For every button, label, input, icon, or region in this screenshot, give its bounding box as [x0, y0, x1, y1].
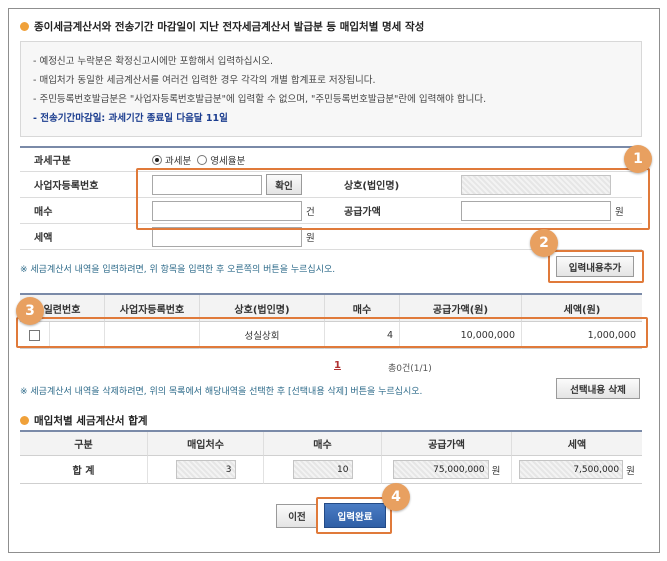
- brn-label: 사업자등록번호: [34, 181, 99, 192]
- delete-selected-button[interactable]: 선택내용 삭제: [556, 378, 640, 399]
- pagination-total: 총0건(1/1): [388, 364, 432, 374]
- prev-button[interactable]: 이전: [276, 504, 318, 528]
- tax-label: 세액: [34, 233, 53, 244]
- highlight-box-4: [316, 497, 392, 534]
- tax-unit: 원: [306, 232, 315, 244]
- step-badge-3: 3: [16, 297, 44, 325]
- bullet-icon: [20, 22, 29, 31]
- delete-hint: ※ 세금계산서 내역을 삭제하려면, 위의 목록에서 해당내역을 선택한 후 […: [20, 387, 423, 397]
- page-title: 종이세금계산서와 전송기간 마감일이 지난 전자세금계산서 발급분 등 매입처별…: [34, 21, 425, 33]
- summary-count-value: 10: [292, 460, 353, 479]
- highlight-box-3: [16, 317, 648, 348]
- summary-header-vendors: 매입처수: [148, 432, 264, 456]
- radio-taxable-label: 과세분: [165, 155, 192, 167]
- summary-supply-unit: 원: [491, 465, 501, 477]
- radio-zero-rate[interactable]: 영세율분: [197, 153, 245, 167]
- summary-header-type: 구분: [20, 432, 148, 456]
- summary-vendors-value: 3: [175, 460, 236, 479]
- radio-checked-icon: [152, 154, 162, 165]
- step-badge-4: 4: [382, 483, 410, 511]
- step-badge-2: 2: [530, 229, 558, 257]
- section-title: 종이세금계산서와 전송기간 마감일이 지난 전자세금계산서 발급분 등 매입처별…: [20, 19, 424, 34]
- summary-header-count: 매수: [264, 432, 382, 456]
- pagination-page[interactable]: 1: [334, 360, 341, 371]
- radio-unchecked-icon: [197, 154, 208, 165]
- summary-header-tax: 세액: [512, 432, 642, 456]
- highlight-box-1: [136, 168, 650, 230]
- summary-supply-value: 75,000,000: [392, 460, 489, 479]
- summary-section-title: 매입처별 세금계산서 합계: [20, 413, 148, 428]
- count-label: 매수: [34, 207, 53, 218]
- summary-title: 매입처별 세금계산서 합계: [34, 415, 148, 427]
- summary-tax-value: 7,500,000: [519, 460, 624, 479]
- notice-deadline: - 전송기간마감일: 과세기간 종료일 다음달 11일: [33, 113, 228, 124]
- radio-zero-label: 영세율분: [210, 155, 246, 167]
- notice-box: - 예정신고 누락분은 확정신고시에만 포함해서 입력하십시오. - 매입처가 …: [20, 41, 642, 137]
- summary-tax-unit: 원: [626, 465, 635, 477]
- notice-line: - 주민등록번호발급분은 "사업자등록번호발급분"에 입력할 수 없으며, "주…: [33, 94, 487, 105]
- summary-row-label: 합 계: [20, 456, 148, 484]
- add-hint: ※ 세금계산서 내역을 입력하려면, 위 항목을 입력한 후 오른쪽의 버튼을 …: [20, 265, 336, 275]
- summary-table: 구분 매입처수 매수 공급가액 세액 합 계 3 10 75,000,000 원 …: [20, 430, 642, 484]
- step-badge-1: 1: [624, 145, 652, 173]
- notice-line: - 매입처가 동일한 세금계산서를 여러건 입력한 경우 각각의 개별 합계표로…: [33, 75, 376, 86]
- summary-header-supply: 공급가액: [382, 432, 512, 456]
- tax-type-label: 과세구분: [34, 156, 71, 167]
- notice-line: - 예정신고 누락분은 확정신고시에만 포함해서 입력하십시오.: [33, 56, 274, 67]
- highlight-box-2: [548, 250, 644, 283]
- radio-taxable[interactable]: 과세분: [152, 153, 191, 167]
- bullet-icon: [20, 416, 29, 425]
